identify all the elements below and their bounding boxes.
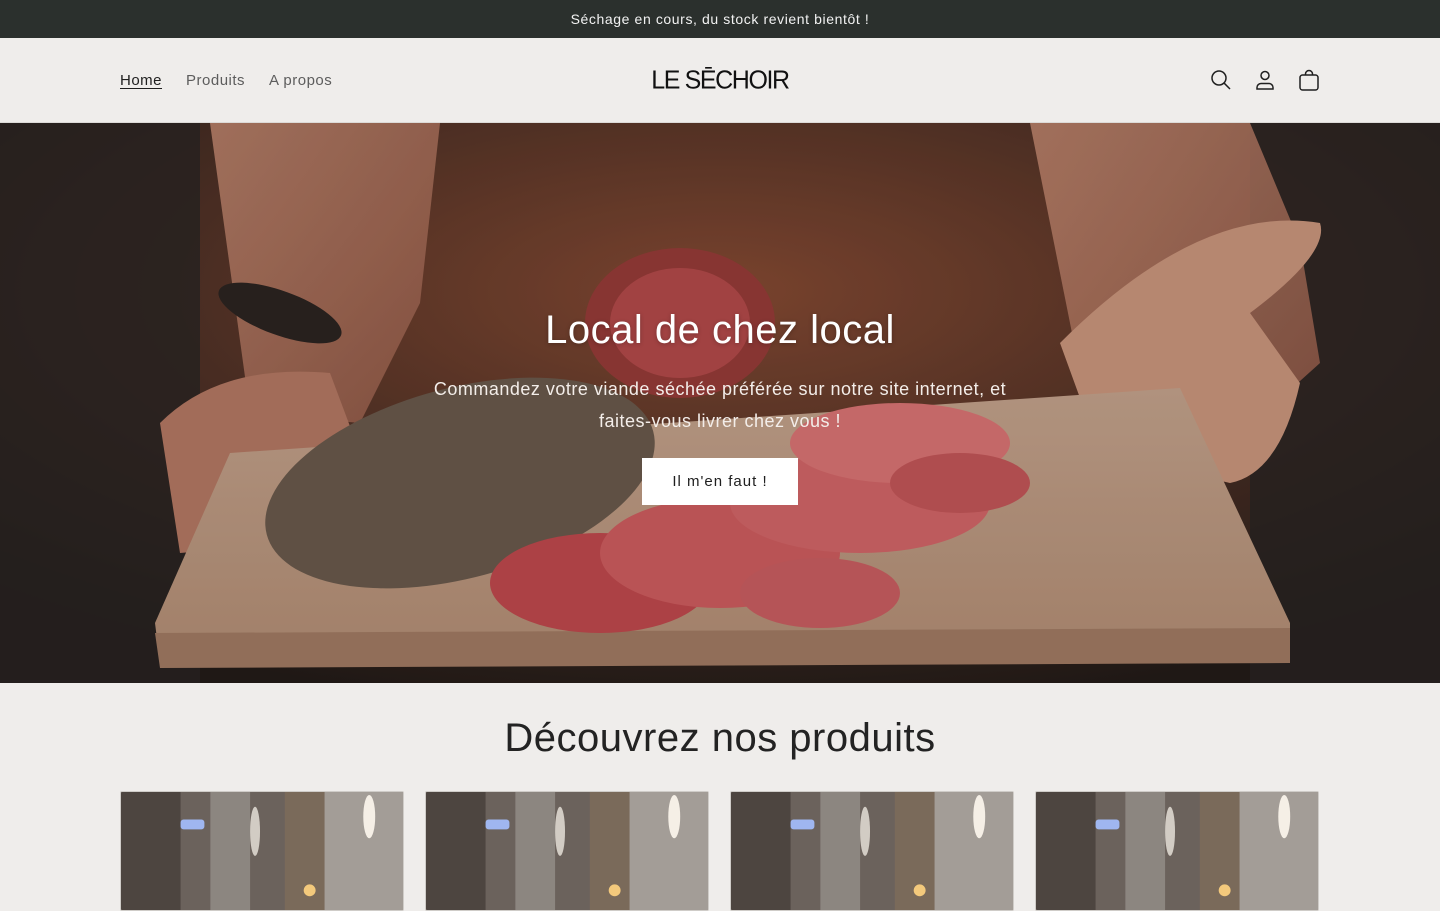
logo-text: LE SĒCHOIR: [651, 64, 790, 95]
search-icon[interactable]: [1208, 67, 1234, 93]
nav-a-propos[interactable]: A propos: [269, 72, 332, 89]
product-card[interactable]: [1035, 791, 1319, 911]
hero-content: Local de chez local Commandez votre vian…: [0, 308, 1440, 505]
product-card[interactable]: [425, 791, 709, 911]
nav-home[interactable]: Home: [120, 72, 162, 89]
main-nav: Home Produits A propos: [120, 38, 332, 122]
shop-now-button[interactable]: Il m'en faut !: [642, 458, 798, 505]
products-section-title: Découvrez nos produits: [504, 716, 936, 760]
product-image: [1036, 792, 1318, 910]
nav-produits[interactable]: Produits: [186, 72, 245, 89]
product-card[interactable]: [730, 791, 1014, 911]
product-card[interactable]: [120, 791, 404, 911]
announcement-text: Séchage en cours, du stock revient bient…: [570, 11, 870, 27]
account-icon[interactable]: [1252, 67, 1278, 93]
header-icons: [1208, 38, 1322, 122]
hero-subtitle: Commandez votre viande séchée préférée s…: [433, 379, 1007, 431]
product-image: [426, 792, 708, 910]
site-header: Home Produits A propos LE SĒCHOIR: [0, 38, 1440, 123]
cart-icon[interactable]: [1296, 67, 1322, 93]
logo[interactable]: LE SĒCHOIR: [651, 38, 790, 122]
hero-title: Local de chez local: [545, 308, 895, 352]
hero-banner: Local de chez local Commandez votre vian…: [0, 123, 1440, 683]
product-grid: [120, 791, 1319, 911]
announcement-bar: Séchage en cours, du stock revient bient…: [0, 0, 1440, 38]
product-image: [731, 792, 1013, 910]
product-image: [121, 792, 403, 910]
